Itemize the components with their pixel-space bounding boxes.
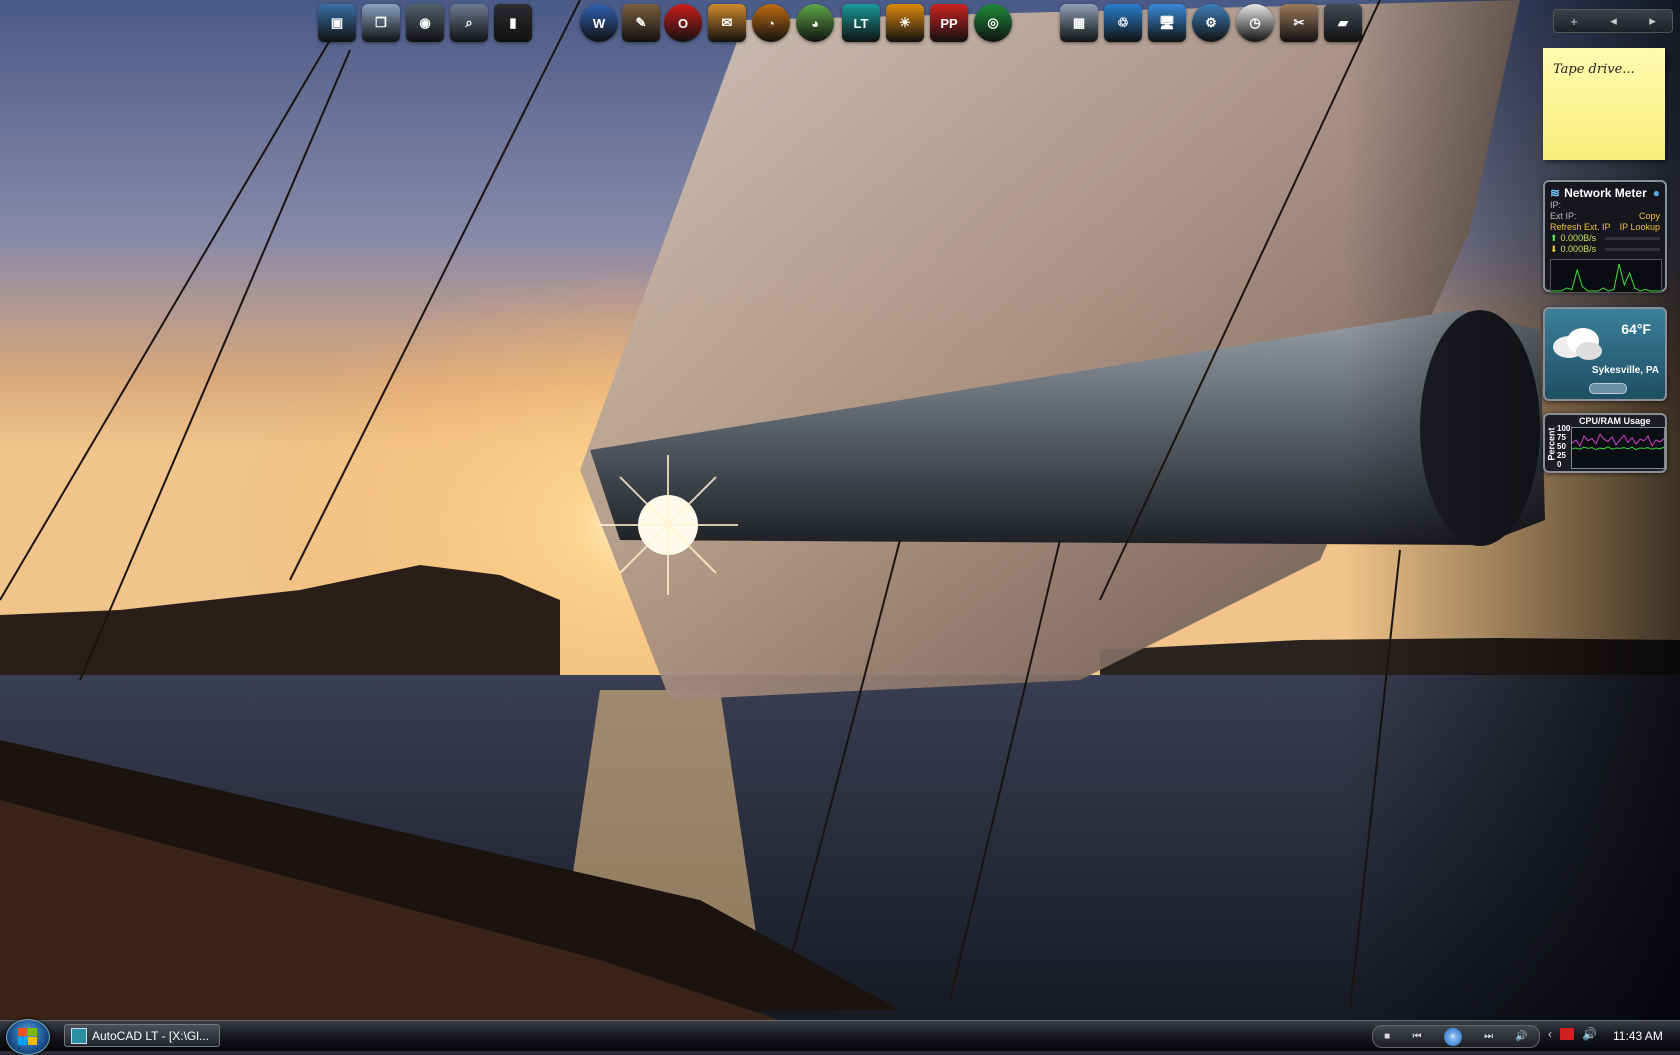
network-meter-title: Network Meter	[1564, 186, 1647, 200]
weather-city: Sykesville, PA	[1591, 365, 1659, 376]
refresh-ext-ip-link[interactable]: Refresh Ext. IP	[1550, 222, 1611, 233]
clock-icon[interactable]: ◷	[1236, 4, 1274, 42]
download-speed: 0.000B/s	[1560, 244, 1597, 254]
desktop-wallpaper	[0, 0, 1680, 1050]
windows-logo-icon	[18, 1028, 37, 1045]
autocad-lt-icon[interactable]: LT	[842, 4, 880, 42]
download-bar	[1605, 248, 1660, 251]
media-play-pause-button[interactable]: ⏸	[1443, 1027, 1462, 1046]
network-traffic-graph	[1550, 259, 1662, 293]
autocad-icon	[71, 1027, 87, 1044]
cpu-ram-tick: 50	[1557, 442, 1566, 451]
cpu-ram-tick: 25	[1557, 451, 1566, 460]
display-properties-icon[interactable]: ▣	[318, 4, 356, 42]
taskbar-button-autocad[interactable]: AutoCAD LT - [X:\Gl...	[64, 1024, 220, 1047]
network-meter-gadget: ≋ Network Meter ● IP: Ext IP: Copy Refre…	[1543, 180, 1667, 293]
network-computer-icon[interactable]: 🖥	[1148, 4, 1186, 42]
gimp-icon[interactable]: ✎	[622, 4, 660, 42]
sidebar-controls: + ◂ ▸	[1553, 9, 1673, 33]
sticky-note-gadget[interactable]: Tape drive...	[1543, 48, 1665, 160]
media-stop-button[interactable]: ■	[1384, 1031, 1390, 1042]
globe-icon: ●	[1652, 186, 1660, 200]
copy-link[interactable]: Copy	[1639, 211, 1660, 222]
cpu-ram-title: CPU/RAM Usage	[1579, 416, 1651, 426]
add-gadget-button[interactable]: +	[1570, 14, 1578, 29]
system-tray: ‹ 🔊	[1548, 1027, 1597, 1041]
volume-icon[interactable]: 🔊	[1582, 1027, 1597, 1041]
security-flag-icon[interactable]	[1560, 1028, 1574, 1040]
upload-arrow-icon: ⬆	[1550, 233, 1558, 243]
opera-icon[interactable]: O	[664, 4, 702, 42]
weather-toggle[interactable]	[1589, 383, 1627, 394]
calculator-icon[interactable]: ▦	[1060, 4, 1098, 42]
cpu-ram-graph	[1571, 427, 1665, 469]
wifi-icon: ≋	[1550, 186, 1561, 200]
cpu-ram-ticks: 100 75 50 25 0	[1557, 424, 1570, 469]
ip-lookup-link[interactable]: IP Lookup	[1620, 222, 1660, 233]
cpu-ram-tick: 75	[1557, 433, 1566, 442]
upload-speed: 0.000B/s	[1560, 233, 1597, 243]
sun-icon[interactable]: ☀	[886, 4, 924, 42]
recycle-bin-icon[interactable]: ♲	[1104, 4, 1142, 42]
picasa-icon[interactable]: ◕	[796, 4, 834, 42]
ip-label: IP:	[1550, 200, 1562, 210]
cpu-usage-line	[1572, 432, 1664, 448]
settings-gear-icon[interactable]: ⚙	[1192, 4, 1230, 42]
sticky-note-text[interactable]: Tape drive...	[1553, 62, 1635, 77]
media-volume-button[interactable]: 🔊	[1515, 1031, 1527, 1042]
download-arrow-icon: ⬇	[1550, 244, 1558, 254]
media-next-button[interactable]: ⏭	[1484, 1031, 1493, 1042]
media-player-controls: ■ ⏮ ⏸ ⏭ 🔊	[1372, 1025, 1540, 1048]
sidebar-prev-button[interactable]: ◂	[1610, 13, 1617, 29]
green-globe-icon[interactable]: ◎	[974, 4, 1012, 42]
upload-bar	[1605, 237, 1660, 240]
cpu-ram-gadget: CPU/RAM Usage Percent 100 75 50 25 0	[1543, 413, 1667, 473]
camera-icon[interactable]: ◉	[406, 4, 444, 42]
cpu-ram-tick: 0	[1557, 460, 1562, 469]
taskbar-clock[interactable]: 11:43 AM	[1613, 1029, 1663, 1043]
media-prev-button[interactable]: ⏮	[1412, 1031, 1421, 1042]
weather-gadget[interactable]: 64°F Sykesville, PA	[1543, 307, 1667, 401]
network-meter-header: ≋ Network Meter ●	[1550, 186, 1660, 200]
taskbar-button-label: AutoCAD LT - [X:\Gl...	[92, 1028, 209, 1043]
tray-expand-button[interactable]: ‹	[1548, 1027, 1552, 1041]
cloudy-icon	[1553, 328, 1602, 360]
search-files-icon[interactable]: ⌕	[450, 4, 488, 42]
mail-icon[interactable]: ✉	[708, 4, 746, 42]
monitor-icon[interactable]: ▰	[1324, 4, 1362, 42]
ext-ip-label: Ext IP:	[1550, 211, 1577, 221]
pp-plus-icon[interactable]: PP	[930, 4, 968, 42]
download-speed-row: ⬇ 0.000B/s	[1550, 244, 1660, 255]
file-manager-icon[interactable]: ❐	[362, 4, 400, 42]
sidebar-next-button[interactable]: ▸	[1649, 13, 1656, 29]
ram-usage-line	[1572, 446, 1664, 451]
application-dock: ▣ ❐ ◉ ⌕ ▮ W ✎ O ✉ ◔ ◕ LT ☀ PP ◎ ▦ ♲ 🖥 ⚙ ◷ ✂ ▰	[0, 2, 1400, 46]
network-traffic-line	[1551, 263, 1661, 292]
weather-temperature: 64°F	[1621, 321, 1651, 337]
taskbar: AutoCAD LT - [X:\Gl... ■ ⏮ ⏸ ⏭ 🔊 ‹ 🔊 11:…	[0, 1019, 1680, 1055]
speedometer-icon[interactable]: ◔	[752, 4, 790, 42]
cpu-ram-axis-title: Percent	[1546, 427, 1557, 461]
word-icon[interactable]: W	[580, 4, 618, 42]
cpu-ram-tick: 100	[1557, 424, 1571, 433]
tools-icon[interactable]: ✂	[1280, 4, 1318, 42]
computer-tower-icon[interactable]: ▮	[494, 4, 532, 42]
upload-speed-row: ⬆ 0.000B/s	[1550, 233, 1660, 244]
